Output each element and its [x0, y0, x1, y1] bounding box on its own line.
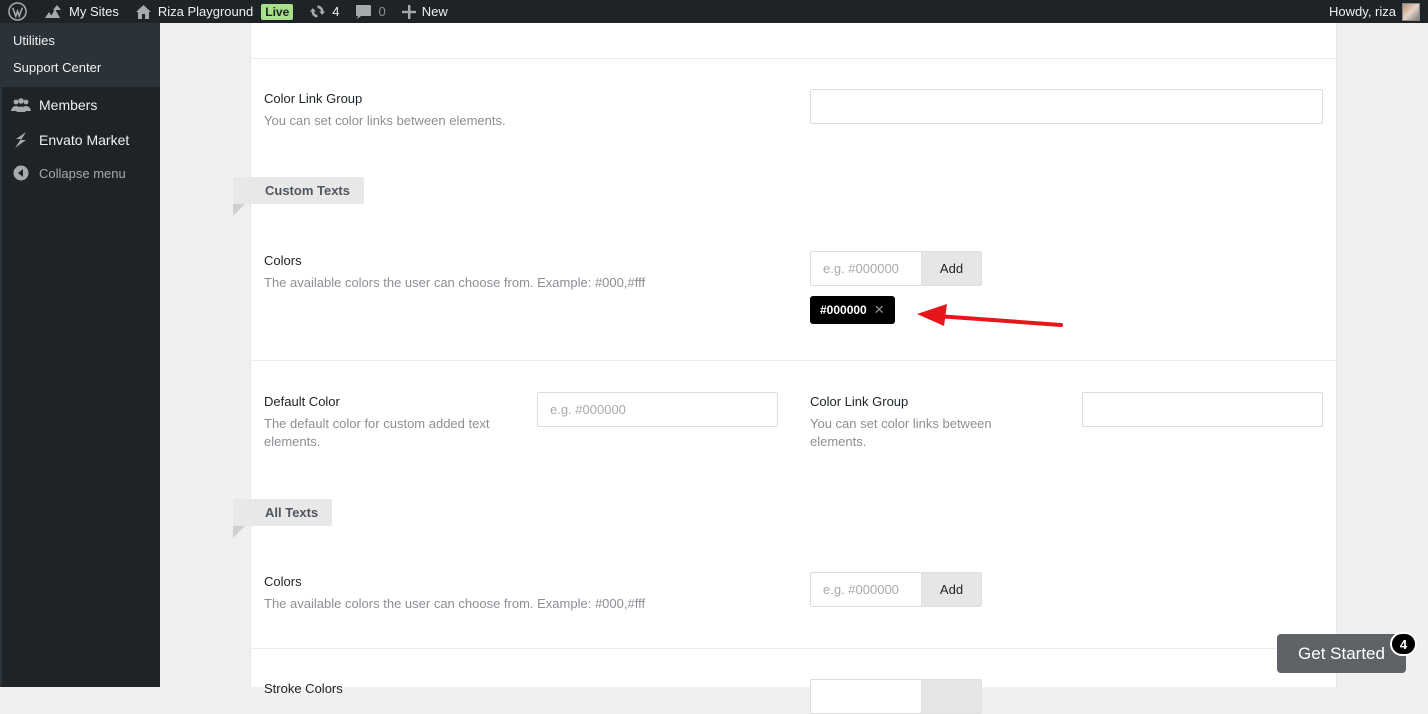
all-texts-color-add-group: Add	[810, 572, 982, 607]
submenu: Utilities Support Center	[2, 23, 160, 87]
site-name-label: Riza Playground	[157, 4, 254, 19]
new-content-button[interactable]: New	[394, 0, 456, 23]
section-tag-all-texts: All Texts	[233, 499, 333, 526]
settings-card: Color Link Group You can set color links…	[233, 23, 1338, 714]
collapse-menu-button[interactable]: Collapse menu	[2, 157, 160, 189]
default-color-desc: The default color for custom added text …	[264, 416, 490, 449]
updates-button[interactable]: 4	[301, 0, 347, 23]
submenu-item-support-center[interactable]: Support Center	[2, 54, 160, 81]
stroke-colors-title: Stroke Colors	[264, 681, 343, 696]
custom-texts-color-input[interactable]	[810, 251, 921, 286]
all-texts-colors-desc: The available colors the user can choose…	[264, 596, 646, 611]
comments-count: 0	[378, 4, 386, 19]
sidebar-item-envato-market[interactable]: Envato Market	[2, 122, 160, 157]
sidebar-item-label: Envato Market	[39, 131, 130, 148]
divider	[251, 58, 1338, 59]
updates-count: 4	[332, 4, 340, 19]
get-started-badge: 4	[1390, 632, 1417, 656]
custom-texts-colors-desc: The available colors the user can choose…	[264, 275, 646, 290]
color-chip: #000000 ✕	[810, 296, 895, 324]
submenu-item-utilities[interactable]: Utilities	[2, 27, 160, 54]
red-arrow-annotation	[917, 304, 1063, 327]
comments-button[interactable]: 0	[347, 0, 393, 23]
members-icon	[11, 95, 31, 115]
collapse-icon	[11, 163, 31, 183]
comment-icon	[356, 4, 372, 19]
all-texts-colors-title: Colors	[264, 574, 302, 589]
color-link-group-input[interactable]	[810, 89, 1323, 124]
custom-texts-add-button[interactable]: Add	[921, 251, 982, 286]
sidebar-item-members[interactable]: Members	[2, 87, 160, 122]
new-label: New	[421, 4, 448, 19]
my-sites-label: My Sites	[69, 4, 119, 19]
plus-icon	[401, 4, 416, 19]
all-texts-color-input[interactable]	[810, 572, 921, 607]
color-link-group-input-2[interactable]	[1082, 392, 1323, 427]
updates-icon	[310, 5, 326, 18]
custom-texts-colors-title: Colors	[264, 253, 302, 268]
stroke-add-button[interactable]	[921, 679, 982, 714]
envato-icon	[11, 130, 31, 150]
divider	[251, 360, 1338, 361]
default-color-input[interactable]	[537, 392, 778, 427]
stroke-color-input[interactable]	[810, 679, 921, 714]
color-link-group-title: Color Link Group	[264, 91, 363, 106]
all-texts-add-button[interactable]: Add	[921, 572, 982, 607]
custom-texts-color-add-group: Add	[810, 251, 982, 286]
get-started-button[interactable]: Get Started	[1277, 634, 1406, 673]
color-link-group-title-2: Color Link Group	[810, 394, 909, 409]
color-link-group-desc-2: You can set color links between elements…	[810, 416, 992, 449]
home-icon	[135, 4, 151, 19]
close-icon[interactable]: ✕	[874, 302, 885, 318]
my-sites-menu[interactable]: My Sites	[35, 0, 127, 23]
wordpress-icon	[8, 2, 27, 21]
wordpress-logo-button[interactable]	[0, 0, 35, 23]
admin-sidebar: Utilities Support Center Members Envato …	[0, 23, 160, 687]
sidebar-item-label: Members	[39, 96, 98, 113]
avatar	[1402, 2, 1420, 21]
default-color-title: Default Color	[264, 394, 340, 409]
color-chip-label: #000000	[820, 303, 867, 317]
my-sites-icon	[45, 4, 61, 18]
site-name-menu[interactable]: Riza Playground Live	[127, 0, 301, 23]
collapse-label: Collapse menu	[39, 165, 126, 181]
section-tag-custom-texts: Custom Texts	[233, 177, 364, 204]
color-link-group-desc: You can set color links between elements…	[264, 113, 506, 128]
admin-bar: My Sites Riza Playground Live 4 0 New Ho…	[0, 0, 1428, 23]
divider	[251, 648, 1338, 649]
howdy-label: Howdy, riza	[1329, 4, 1396, 19]
main-content: Color Link Group You can set color links…	[161, 23, 1428, 714]
stroke-color-add-group	[810, 679, 982, 714]
live-badge: Live	[261, 3, 294, 20]
account-menu[interactable]: Howdy, riza	[1329, 2, 1428, 21]
